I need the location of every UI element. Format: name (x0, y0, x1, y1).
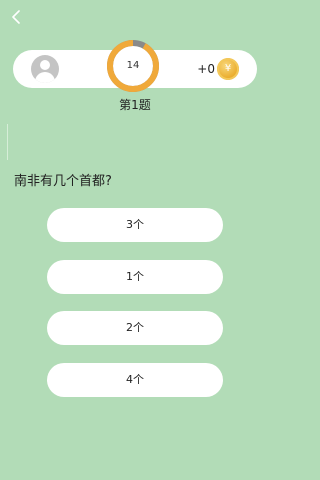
answer-option[interactable]: 4个 (47, 363, 223, 397)
timer-value: 14 (126, 60, 140, 71)
answer-option[interactable]: 3个 (47, 208, 223, 242)
yen-coin-icon: ¥ (217, 58, 239, 80)
question-text: 南非有几个首都? (14, 174, 112, 189)
coin-delta: +0 (197, 62, 215, 76)
answer-option[interactable]: 1个 (47, 260, 223, 294)
back-button[interactable] (6, 7, 26, 27)
answer-option[interactable]: 2个 (47, 311, 223, 345)
coin-symbol: ¥ (224, 63, 232, 74)
divider (7, 124, 8, 160)
question-number: 第1题 (119, 98, 151, 112)
user-avatar-icon (31, 55, 59, 83)
chevron-left-icon (12, 10, 20, 24)
